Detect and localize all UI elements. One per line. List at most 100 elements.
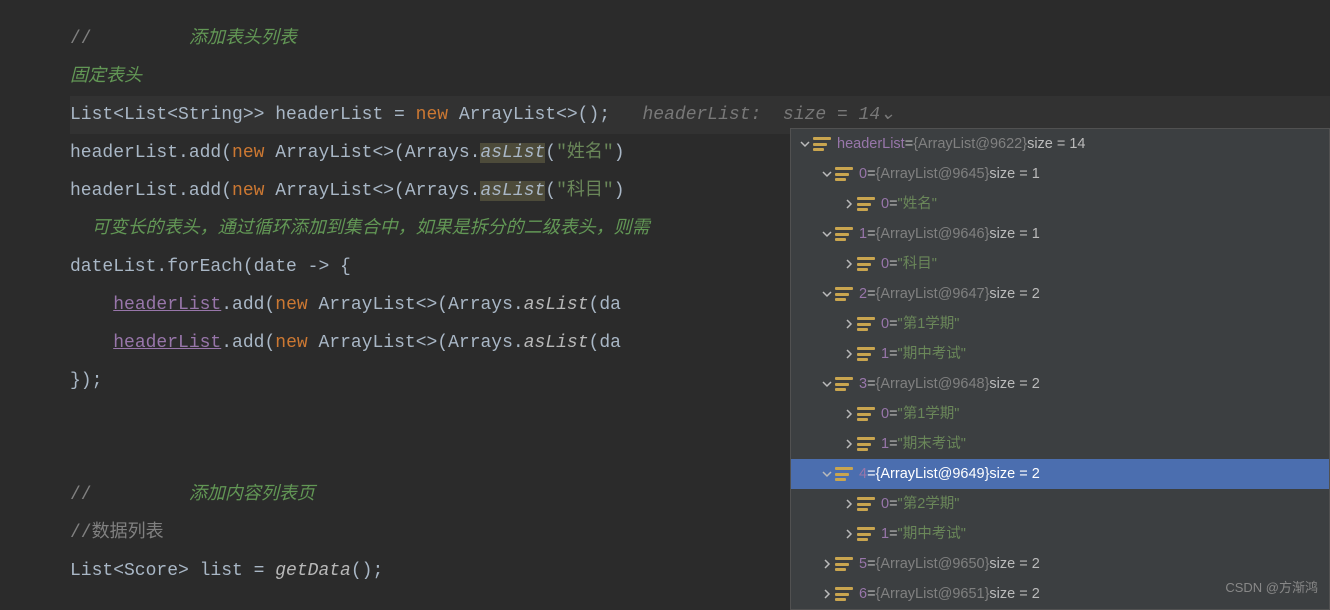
keyword-new: new (275, 333, 307, 353)
debug-tree-row[interactable]: 0 = "第1学期" (791, 309, 1329, 339)
code-text: (); (351, 561, 383, 581)
equals: = (889, 405, 897, 424)
variable-icon (857, 497, 875, 511)
debug-tree-row[interactable]: 4 = {ArrayList@9649} size = 2 (791, 459, 1329, 489)
debug-var-size: size = 2 (989, 555, 1039, 574)
debug-var-size: size = 2 (989, 465, 1039, 484)
debug-tree-row[interactable]: 1 = "期中考试" (791, 519, 1329, 549)
debug-var-type: {ArrayList@9645} (876, 165, 990, 184)
variable-ref: headerList (113, 295, 221, 315)
debug-var-index: 2 (859, 285, 867, 304)
comment-text: 可变长的表头，通过循环添加到集合中，如果是拆分的二级表头，则需 (92, 219, 650, 239)
equals: = (889, 255, 897, 274)
string-literal: "姓名" (556, 143, 614, 163)
paren: ( (545, 143, 556, 163)
variable-icon (857, 257, 875, 271)
debug-var-value: "第1学期" (898, 405, 960, 424)
code-text: ArrayList<>(Arrays. (264, 181, 480, 201)
debug-var-value: "期末考试" (898, 435, 966, 454)
debug-var-index: 0 (881, 195, 889, 214)
debug-tree-row[interactable]: 1 = "期中考试" (791, 339, 1329, 369)
string-literal: "科目" (556, 181, 614, 201)
equals: = (867, 555, 875, 574)
code-text: ArrayList<>(Arrays. (264, 143, 480, 163)
inline-hint-value: size = 14 (761, 105, 880, 125)
variable-icon (835, 167, 853, 181)
debug-tree-row[interactable]: 5 = {ArrayList@9650} size = 2 (791, 549, 1329, 579)
debug-var-index: 0 (859, 165, 867, 184)
equals: = (889, 525, 897, 544)
debug-tree-row[interactable]: 0 = {ArrayList@9645} size = 1 (791, 159, 1329, 189)
debug-var-index: 5 (859, 555, 867, 574)
chevron-down-icon[interactable] (819, 169, 835, 179)
keyword-new: new (232, 143, 264, 163)
comment-text: 固定表头 (70, 67, 142, 87)
debug-var-value: "第2学期" (898, 495, 960, 514)
equals: = (905, 135, 913, 154)
variable-icon (857, 197, 875, 211)
debug-tree-row[interactable]: headerList = {ArrayList@9622} size = 14 (791, 129, 1329, 159)
code-text: ArrayList<>(Arrays. (308, 333, 524, 353)
chevron-right-icon[interactable] (841, 319, 857, 329)
comment-slash: // (70, 29, 189, 49)
variable-icon (835, 557, 853, 571)
debug-var-value: "科目" (898, 255, 937, 274)
debug-tree-row[interactable]: 0 = "第2学期" (791, 489, 1329, 519)
debug-var-size: size = 1 (989, 225, 1039, 244)
method-asList: asList (524, 333, 589, 353)
variable-icon (813, 137, 831, 151)
debugger-variables-panel[interactable]: headerList = {ArrayList@9622} size = 140… (790, 128, 1330, 610)
debug-var-index: 0 (881, 315, 889, 334)
debug-tree-row[interactable]: 0 = "科目" (791, 249, 1329, 279)
chevron-down-icon[interactable] (819, 379, 835, 389)
chevron-down-icon[interactable]: ⌄ (880, 105, 895, 125)
debug-tree-row[interactable]: 1 = {ArrayList@9646} size = 1 (791, 219, 1329, 249)
chevron-right-icon[interactable] (841, 529, 857, 539)
chevron-right-icon[interactable] (841, 439, 857, 449)
paren: ) (614, 181, 625, 201)
code-text: headerList.add( (70, 143, 232, 163)
chevron-right-icon[interactable] (841, 349, 857, 359)
debug-var-index: 0 (881, 495, 889, 514)
debug-var-size: size = 2 (989, 585, 1039, 604)
comment-text: 添加表头列表 (189, 29, 297, 49)
debug-var-index: 1 (881, 525, 889, 544)
debug-tree-row[interactable]: 0 = "姓名" (791, 189, 1329, 219)
variable-icon (835, 287, 853, 301)
variable-icon (857, 437, 875, 451)
chevron-right-icon[interactable] (841, 199, 857, 209)
equals: = (889, 315, 897, 334)
debug-var-type: {ArrayList@9651} (876, 585, 990, 604)
equals: = (867, 375, 875, 394)
debug-var-index: 0 (881, 255, 889, 274)
debug-var-size: size = 1 (989, 165, 1039, 184)
debug-var-index: 1 (881, 345, 889, 364)
variable-icon (857, 407, 875, 421)
keyword-new: new (416, 105, 448, 125)
comment-text: 添加内容列表页 (189, 485, 315, 505)
debug-tree-row[interactable]: 2 = {ArrayList@9647} size = 2 (791, 279, 1329, 309)
paren: ) (614, 143, 625, 163)
equals: = (867, 285, 875, 304)
method-asList: asList (480, 181, 545, 201)
chevron-right-icon[interactable] (819, 559, 835, 569)
debug-var-size: size = 2 (989, 285, 1039, 304)
chevron-right-icon[interactable] (841, 259, 857, 269)
chevron-right-icon[interactable] (841, 409, 857, 419)
debug-tree-row[interactable]: 0 = "第1学期" (791, 399, 1329, 429)
chevron-down-icon[interactable] (819, 289, 835, 299)
equals: = (867, 585, 875, 604)
variable-icon (835, 467, 853, 481)
chevron-right-icon[interactable] (819, 589, 835, 599)
chevron-down-icon[interactable] (819, 229, 835, 239)
debug-tree-row[interactable]: 1 = "期末考试" (791, 429, 1329, 459)
debug-tree-row[interactable]: 3 = {ArrayList@9648} size = 2 (791, 369, 1329, 399)
chevron-down-icon[interactable] (797, 139, 813, 149)
chevron-right-icon[interactable] (841, 499, 857, 509)
equals: = (889, 345, 897, 364)
code-text: dateList.forEach(date -> { (70, 257, 351, 277)
variable-icon (835, 377, 853, 391)
chevron-down-icon[interactable] (819, 469, 835, 479)
variable-icon (857, 347, 875, 361)
code-text: .add( (221, 333, 275, 353)
